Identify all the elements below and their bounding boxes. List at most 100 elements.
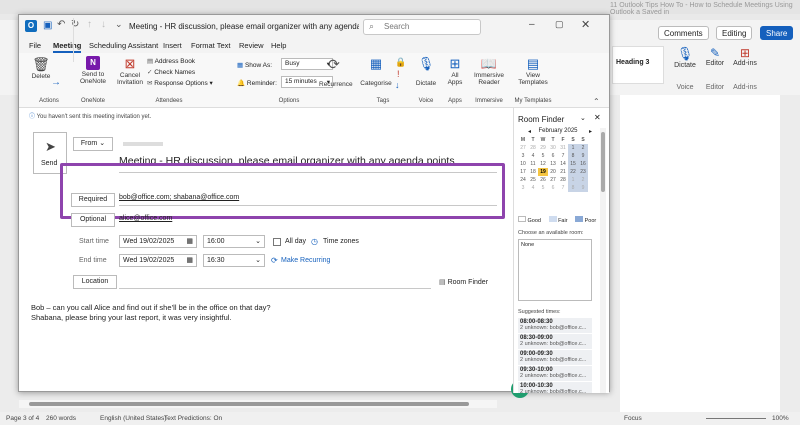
calendar-day[interactable]: 27 xyxy=(548,176,558,184)
cancel-invitation-button[interactable]: ⊠ Cancel Invitation xyxy=(113,56,147,86)
next-month-icon[interactable]: ▸ xyxy=(589,128,592,135)
room-list[interactable]: None xyxy=(518,239,592,301)
prev-month-icon[interactable]: ◂ xyxy=(528,128,531,135)
calendar-day[interactable]: 8 xyxy=(568,152,578,160)
suggested-times-list[interactable]: 08:00-08:30 2 unknown: bob@office.c... 08:… xyxy=(518,318,592,393)
calendar-day[interactable]: 20 xyxy=(548,168,558,176)
save-icon[interactable]: ▣ xyxy=(43,20,52,31)
calendar-day[interactable]: 12 xyxy=(538,160,548,168)
optional-button[interactable]: Optional xyxy=(71,213,115,227)
undo-icon[interactable]: ↶ xyxy=(57,19,65,30)
calendar-day[interactable]: 26 xyxy=(538,176,548,184)
end-time-select[interactable]: 16:30 ⌄ xyxy=(203,254,265,267)
calendar-day[interactable]: 7 xyxy=(558,184,568,192)
calendar-day[interactable]: 14 xyxy=(558,160,568,168)
calendar-day[interactable]: 10 xyxy=(518,160,528,168)
all-apps-button[interactable]: ⊞ All Apps xyxy=(443,56,467,86)
high-importance-icon[interactable]: ! xyxy=(397,69,400,79)
close-icon[interactable]: ✕ xyxy=(581,18,590,31)
tab-scheduling-assistant[interactable]: Scheduling Assistant xyxy=(89,41,158,50)
calendar-day[interactable]: 7 xyxy=(558,152,568,160)
mini-calendar[interactable]: M T W T F S S 27 28 29 30 31 1 2 3 4 5 6 7 8 9 10 11 12 13 14 15 16… xyxy=(518,136,588,192)
calendar-day[interactable]: 22 xyxy=(568,168,578,176)
from-button[interactable]: From ⌄ xyxy=(73,137,113,151)
suggested-time-slot[interactable]: 10:00-10:30 2 unknown: bob@office.c... xyxy=(518,382,592,393)
share-button[interactable]: Share xyxy=(760,26,794,40)
message-body[interactable]: Bob – can you call Alice and find out if… xyxy=(31,303,491,323)
tab-format-text[interactable]: Format Text xyxy=(191,41,230,50)
make-recurring-link[interactable]: Make Recurring xyxy=(281,257,330,264)
calendar-day[interactable]: 18 xyxy=(528,168,538,176)
zoom-level[interactable]: 100% xyxy=(772,415,789,422)
minimize-icon[interactable]: – xyxy=(529,19,535,30)
calendar-day[interactable]: 30 xyxy=(548,144,558,152)
calendar-day[interactable]: 9 xyxy=(578,152,588,160)
style-gallery[interactable]: Heading 3 xyxy=(612,46,664,84)
low-importance-icon[interactable]: ↓ xyxy=(395,80,400,90)
suggested-time-slot[interactable]: 08:00-08:30 2 unknown: bob@office.c... xyxy=(518,318,592,334)
time-zones-icon[interactable]: ◷ xyxy=(311,237,318,246)
scrollbar-thumb[interactable] xyxy=(29,402,469,406)
view-templates-button[interactable]: ▤ View Templates xyxy=(511,56,555,86)
room-finder-scrollbar[interactable] xyxy=(600,128,606,393)
check-names-button[interactable]: ✓ Check Names xyxy=(147,68,195,76)
time-zones-label[interactable]: Time zones xyxy=(323,238,359,245)
start-date-picker[interactable]: Wed 19/02/2025 ▦ xyxy=(119,235,197,248)
calendar-day[interactable]: 15 xyxy=(568,160,578,168)
location-field[interactable] xyxy=(119,276,431,289)
room-finder-scroll-thumb[interactable] xyxy=(601,132,605,192)
calendar-day[interactable]: 27 xyxy=(518,144,528,152)
lock-icon[interactable]: 🔒 xyxy=(395,57,406,68)
response-options-button[interactable]: ✉ Response Options ▾ xyxy=(147,79,213,87)
calendar-day[interactable]: 21 xyxy=(558,168,568,176)
make-recurring-icon[interactable]: ⟳ xyxy=(271,256,278,265)
collapse-ribbon-icon[interactable]: ⌃ xyxy=(593,97,600,106)
tab-insert[interactable]: Insert xyxy=(163,41,182,50)
calendar-day[interactable]: 5 xyxy=(538,152,548,160)
suggested-time-slot[interactable]: 09:30-10:00 2 unknown: bob@office.c... xyxy=(518,366,592,382)
tab-review[interactable]: Review xyxy=(239,41,264,50)
recurrence-button[interactable]: ⟳ Recurrence xyxy=(319,56,353,88)
editing-button[interactable]: Editing xyxy=(716,26,753,40)
comments-button[interactable]: Comments xyxy=(658,26,709,40)
calendar-day[interactable]: 9 xyxy=(578,184,588,192)
calendar-day[interactable]: 5 xyxy=(538,184,548,192)
calendar-day[interactable]: 28 xyxy=(558,176,568,184)
maximize-icon[interactable]: ▢ xyxy=(555,19,564,30)
send-to-onenote-button[interactable]: N Send to OneNote xyxy=(77,56,109,85)
suggested-time-slot[interactable]: 08:30-09:00 2 unknown: bob@office.c... xyxy=(518,334,592,350)
chevron-down-icon[interactable]: ⌄ xyxy=(115,19,123,30)
calendar-day[interactable]: 2 xyxy=(578,144,588,152)
calendar-day[interactable]: 4 xyxy=(528,184,538,192)
up-arrow-icon[interactable]: ↑ xyxy=(87,19,92,30)
calendar-day[interactable]: 6 xyxy=(548,152,558,160)
tab-file[interactable]: File xyxy=(29,41,41,50)
calendar-day[interactable]: 28 xyxy=(528,144,538,152)
start-time-select[interactable]: 16:00 ⌄ xyxy=(203,235,265,248)
forward-arrow-icon[interactable]: → xyxy=(51,77,61,88)
word-dictate-button[interactable]: 🎙 Dictate xyxy=(670,46,700,69)
calendar-day[interactable]: 29 xyxy=(538,144,548,152)
calendar-day[interactable]: 4 xyxy=(528,152,538,160)
horizontal-scrollbar[interactable] xyxy=(19,400,497,408)
immersive-reader-button[interactable]: 📖 Immersive Reader xyxy=(469,56,509,86)
calendar-day[interactable]: 13 xyxy=(548,160,558,168)
down-arrow-icon[interactable]: ↓ xyxy=(101,19,106,30)
calendar-day[interactable]: 24 xyxy=(518,176,528,184)
dictate-button[interactable]: 🎙 Dictate xyxy=(411,56,441,87)
tab-help[interactable]: Help xyxy=(271,41,286,50)
style-heading3[interactable]: Heading 3 xyxy=(616,59,649,66)
calendar-day[interactable]: 8 xyxy=(568,184,578,192)
required-button[interactable]: Required xyxy=(71,193,115,207)
calendar-day[interactable]: 23 xyxy=(578,168,588,176)
calendar-day[interactable]: 3 xyxy=(518,184,528,192)
word-editor-button[interactable]: ✎ Editor xyxy=(702,46,728,67)
location-button[interactable]: Location xyxy=(73,275,117,289)
calendar-day[interactable]: 17 xyxy=(518,168,528,176)
room-finder-menu-icon[interactable]: ⌄ xyxy=(580,114,586,122)
suggested-time-slot[interactable]: 09:00-09:30 2 unknown: bob@office.c... xyxy=(518,350,592,366)
zoom-slider[interactable] xyxy=(706,418,766,419)
focus-button[interactable]: Focus xyxy=(624,415,642,422)
calendar-day[interactable]: 16 xyxy=(578,160,588,168)
calendar-day[interactable]: 6 xyxy=(548,184,558,192)
